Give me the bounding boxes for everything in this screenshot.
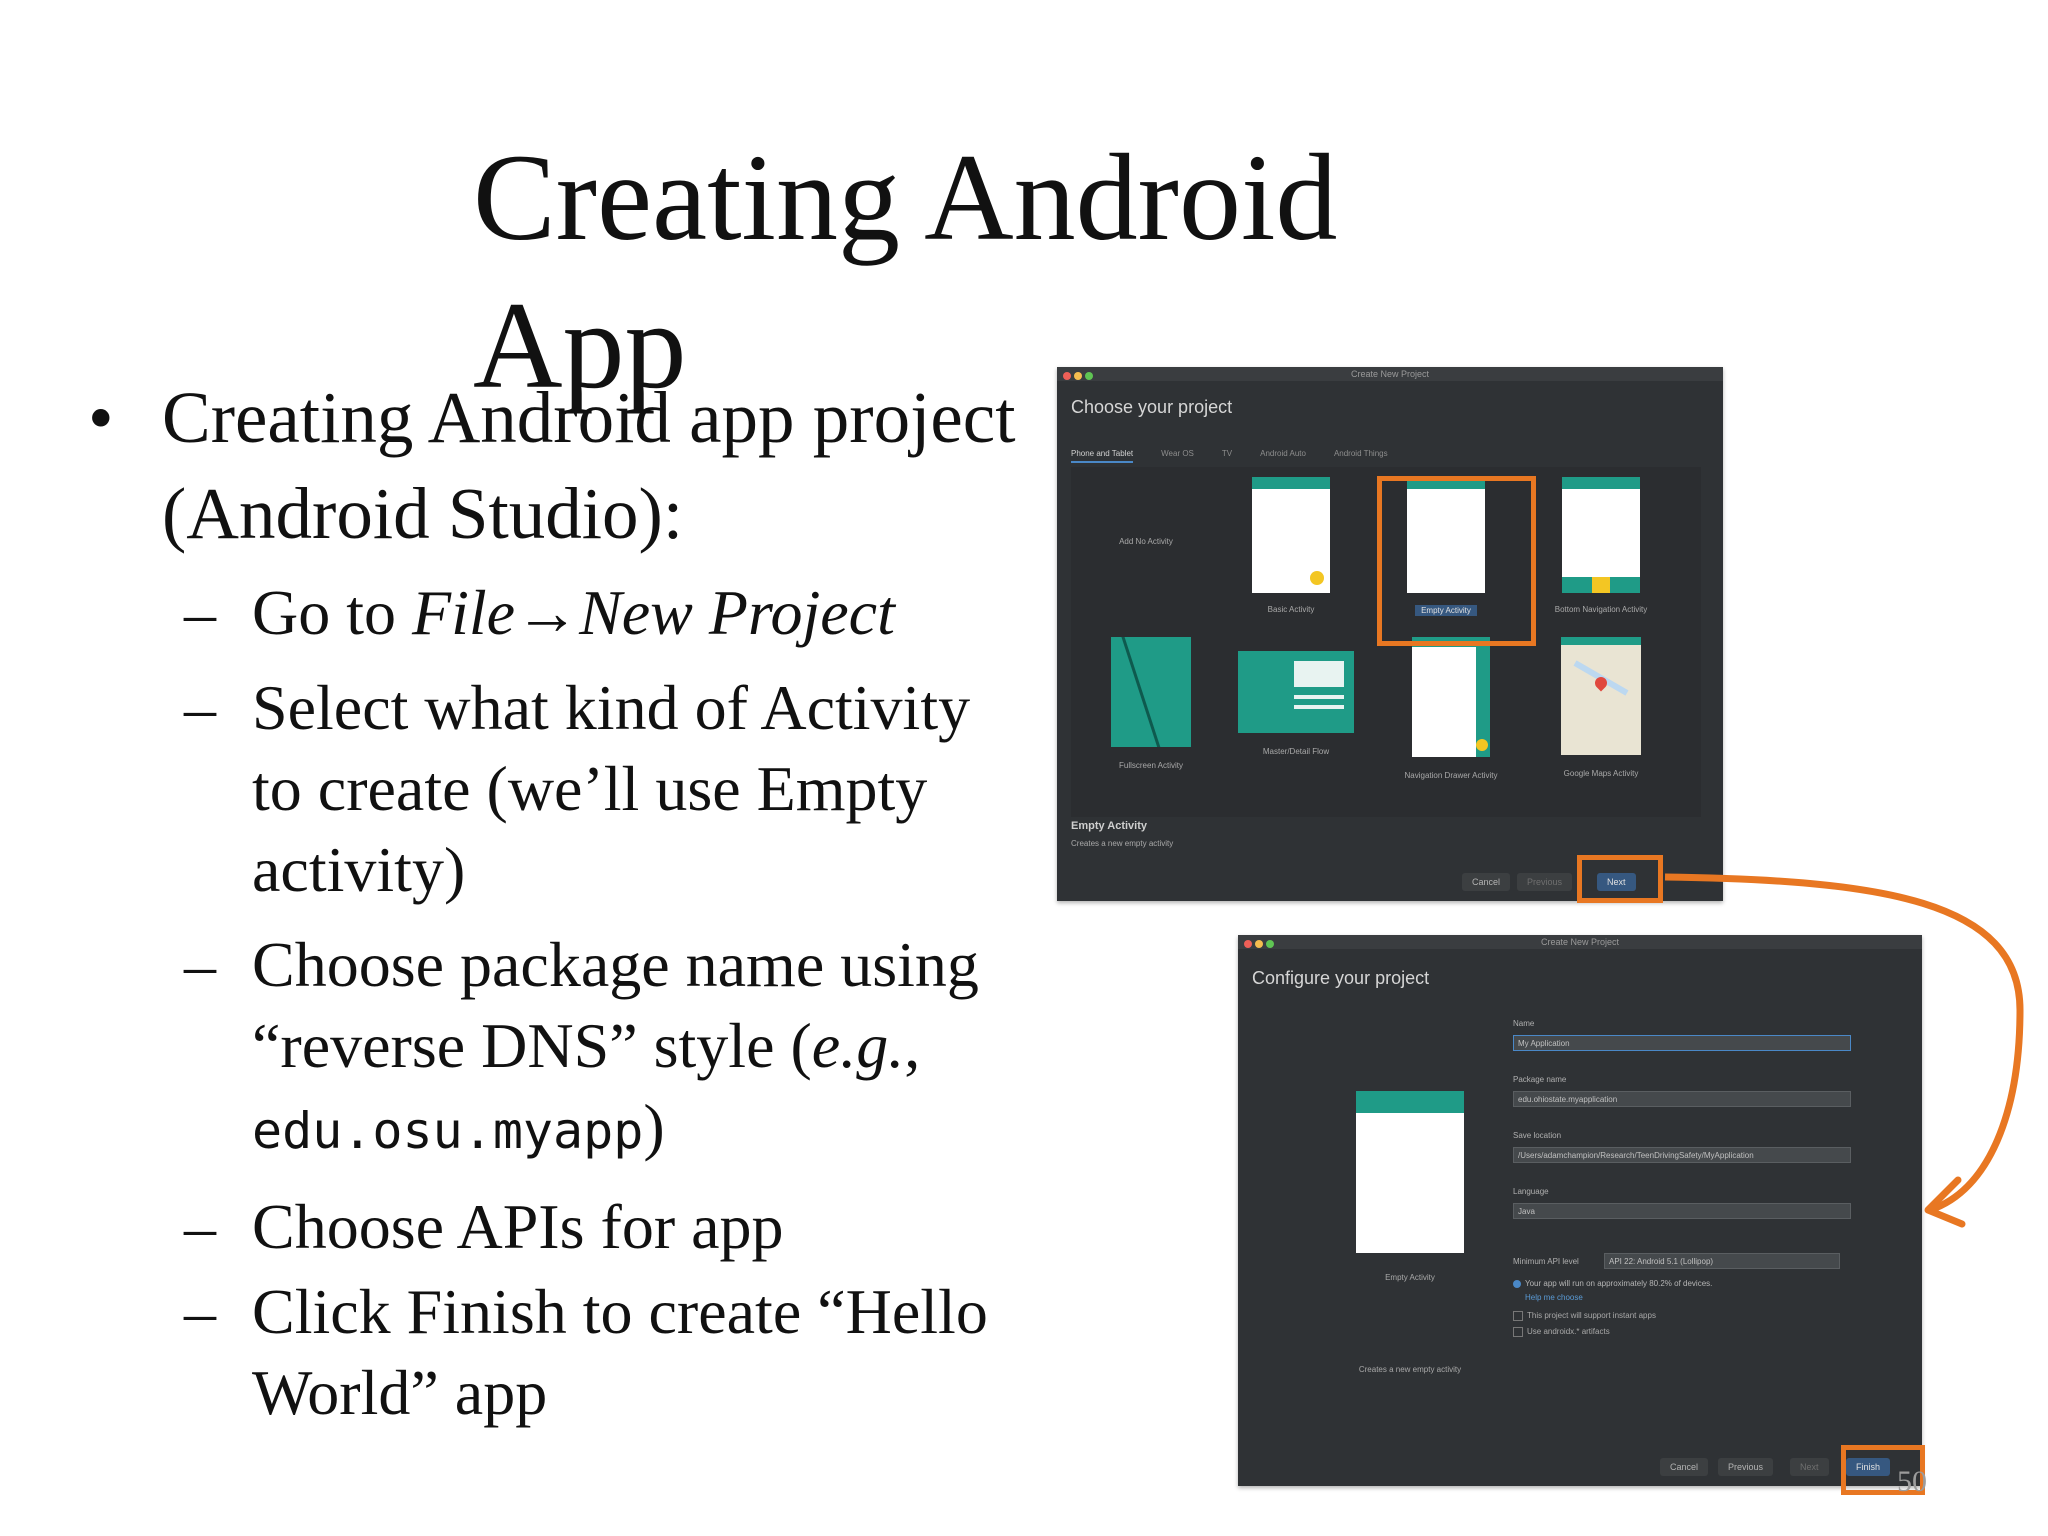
flow-arrow-icon <box>1664 873 2024 1228</box>
page-number: 50 <box>1897 1465 1927 1498</box>
